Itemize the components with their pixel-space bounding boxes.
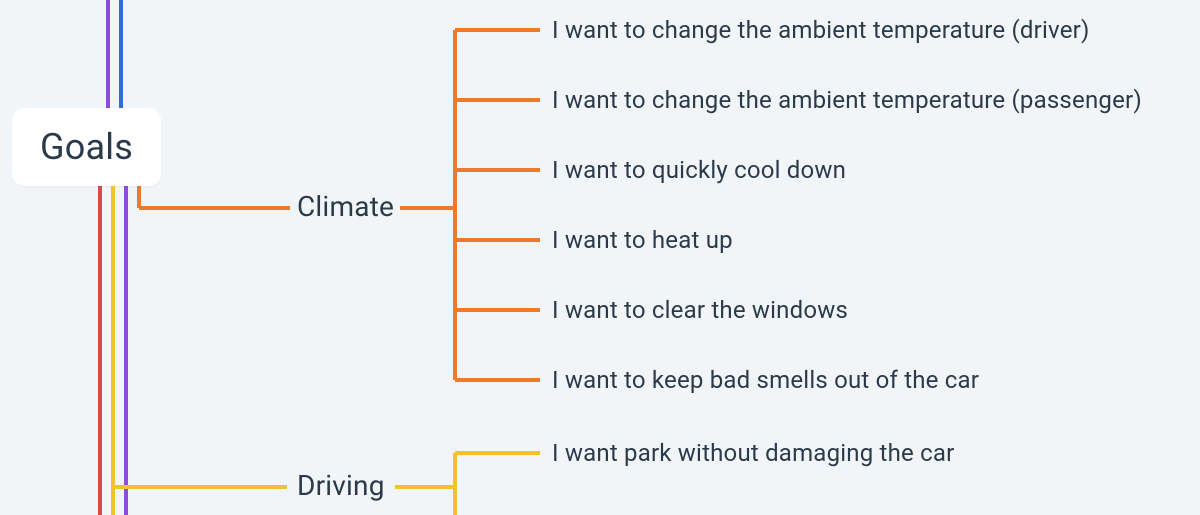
root-node-goals[interactable]: Goals xyxy=(12,108,161,186)
category-label-driving: Driving xyxy=(297,469,385,502)
leaf-node[interactable]: I want to clear the windows xyxy=(552,296,848,324)
leaf-label: I want to keep bad smells out of the car xyxy=(552,366,979,394)
leaf-node[interactable]: I want to quickly cool down xyxy=(552,156,846,184)
category-node-climate[interactable]: Climate xyxy=(297,190,394,223)
category-label-climate: Climate xyxy=(297,190,394,223)
leaf-label: I want to quickly cool down xyxy=(552,156,846,184)
leaf-label: I want to change the ambient temperature… xyxy=(552,86,1142,114)
leaf-node[interactable]: I want to keep bad smells out of the car xyxy=(552,366,979,394)
leaf-node[interactable]: I want to heat up xyxy=(552,226,733,254)
leaf-label: I want park without damaging the car xyxy=(552,439,954,467)
connector-lines xyxy=(0,0,1200,515)
diagram-canvas: Goals Climate Driving I want to change t… xyxy=(0,0,1200,515)
leaf-node[interactable]: I want to change the ambient temperature… xyxy=(552,16,1090,44)
category-node-driving[interactable]: Driving xyxy=(297,469,385,502)
leaf-node[interactable]: I want to change the ambient temperature… xyxy=(552,86,1142,114)
leaf-label: I want to clear the windows xyxy=(552,296,848,324)
leaf-label: I want to heat up xyxy=(552,226,733,254)
leaf-label: I want to change the ambient temperature… xyxy=(552,16,1090,44)
root-label: Goals xyxy=(40,126,133,168)
leaf-node[interactable]: I want park without damaging the car xyxy=(552,439,954,467)
